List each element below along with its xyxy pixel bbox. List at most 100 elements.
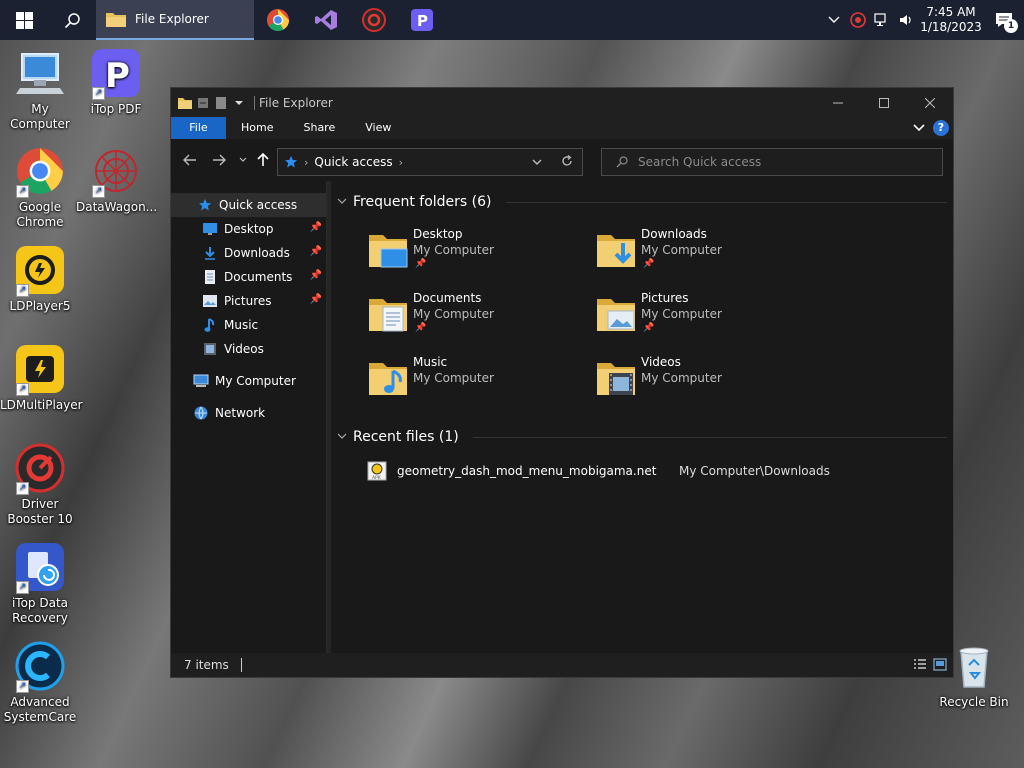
breadcrumb-chevron-icon[interactable]: › <box>399 156 403 169</box>
nav-item-label: Downloads <box>224 246 290 260</box>
refresh-button[interactable] <box>552 154 582 170</box>
nav-item-downloads[interactable]: Downloads 📌 <box>171 241 326 265</box>
taskbar-chrome[interactable] <box>254 0 302 40</box>
tab-home[interactable]: Home <box>226 117 288 139</box>
header-divider <box>505 201 947 203</box>
status-bar: 7 items <box>171 653 953 677</box>
ribbon-right-controls: ? <box>913 120 949 136</box>
nav-item-quick-access[interactable]: Quick access <box>171 193 326 217</box>
frequent-folders-header[interactable]: Frequent folders (6) <box>337 194 947 210</box>
nav-item-label: Quick access <box>219 198 298 212</box>
shortcut-arrow-icon: ↗ <box>92 185 105 198</box>
help-icon[interactable]: ? <box>933 120 949 136</box>
details-view-button[interactable] <box>913 658 927 671</box>
folder-location: My Computer <box>413 371 494 385</box>
pin-icon: 📌 <box>309 246 322 257</box>
folder-tile-videos[interactable]: Videos My Computer <box>595 355 815 415</box>
nav-item-documents[interactable]: Documents 📌 <box>171 265 326 289</box>
nav-item-label: Music <box>224 318 259 332</box>
nav-item-pictures[interactable]: Pictures 📌 <box>171 289 326 313</box>
desktop-icon-advanced-systemcare[interactable]: ↗ Advanced SystemCare <box>0 641 80 725</box>
windows-logo-icon <box>15 11 33 29</box>
shortcut-arrow-icon: ↗ <box>16 185 29 198</box>
new-folder-icon[interactable] <box>214 96 228 110</box>
shortcut-arrow-icon: ↗ <box>16 284 29 297</box>
speaker-icon <box>900 15 911 25</box>
search-box[interactable]: Search Quick access <box>601 148 943 176</box>
desktop-icon-my-computer[interactable]: My Computer <box>0 48 80 132</box>
folder-location: My Computer <box>641 371 722 385</box>
header-divider <box>472 436 947 438</box>
close-button[interactable] <box>907 88 953 117</box>
customize-toolbar-icon[interactable] <box>232 96 246 110</box>
forward-button[interactable] <box>209 150 229 170</box>
taskbar-visual-studio[interactable] <box>302 0 350 40</box>
tab-file[interactable]: File <box>171 117 226 139</box>
taskbar-driver-booster[interactable] <box>350 0 398 40</box>
desktop-icon-itop-pdf[interactable]: P ↗ iTop PDF <box>76 48 156 117</box>
address-bar-controls <box>522 149 582 175</box>
video-icon <box>202 341 218 357</box>
tab-view[interactable]: View <box>350 117 406 139</box>
shortcut-arrow-icon: ↗ <box>16 581 29 594</box>
driver-booster-icon <box>362 8 386 32</box>
clock-time: 7:45 AM <box>926 5 976 19</box>
large-icons-view-button[interactable] <box>933 658 947 671</box>
back-button[interactable] <box>180 150 200 170</box>
window-titlebar[interactable]: File Explorer <box>171 88 953 117</box>
desktop-icon-ldplayer5[interactable]: ↗ LDPlayer5 <box>0 245 80 314</box>
recent-files-header[interactable]: Recent files (1) <box>337 429 947 445</box>
breadcrumb-chevron-icon[interactable]: › <box>304 156 308 169</box>
nav-item-my-computer[interactable]: My Computer <box>171 369 326 393</box>
collapse-chevron-icon[interactable] <box>337 432 347 443</box>
tray-driver-booster[interactable] <box>846 0 870 40</box>
desktop-icon-google-chrome[interactable]: ↗ Google Chrome <box>0 146 80 230</box>
folder-tile-desktop[interactable]: Desktop My Computer 📌 <box>367 227 587 287</box>
expand-ribbon-icon[interactable] <box>913 124 925 132</box>
music-icon <box>202 317 218 333</box>
desktop-icon-driver-booster[interactable]: ↗ Driver Booster 10 <box>0 443 80 527</box>
desktop-icon-itop-data-recovery[interactable]: ↗ iTop Data Recovery <box>0 542 80 626</box>
tray-network[interactable] <box>870 0 894 40</box>
maximize-button[interactable] <box>861 88 907 117</box>
folder-tile-pictures[interactable]: Pictures My Computer 📌 <box>595 291 815 351</box>
properties-icon[interactable] <box>196 96 210 110</box>
desktop-icon-ldmultiplayer[interactable]: ↗ LDMultiPlayer <box>0 344 83 413</box>
collapse-chevron-icon[interactable] <box>337 197 347 208</box>
nav-item-desktop[interactable]: Desktop 📌 <box>171 217 326 241</box>
taskbar-clock[interactable]: 7:45 AM 1/18/2023 <box>918 5 984 35</box>
tray-volume[interactable] <box>894 0 918 40</box>
nav-item-videos[interactable]: Videos <box>171 337 326 361</box>
taskbar-file-explorer[interactable]: File Explorer <box>96 0 254 40</box>
network-icon <box>193 405 209 421</box>
folder-tile-downloads[interactable]: Downloads My Computer 📌 <box>595 227 815 287</box>
tab-share[interactable]: Share <box>288 117 350 139</box>
start-button[interactable] <box>0 0 48 40</box>
desktop-icon-datawagon[interactable]: ↗ DataWagon... <box>76 146 157 215</box>
folder-location: My Computer <box>641 307 722 321</box>
pin-icon: 📌 <box>309 270 322 281</box>
star-icon <box>197 197 213 213</box>
breadcrumb-quick-access[interactable]: Quick access <box>314 155 392 169</box>
taskbar-search-button[interactable] <box>48 0 96 40</box>
folder-tile-music[interactable]: Music My Computer <box>367 355 587 415</box>
folder-tile-documents[interactable]: Documents My Computer 📌 <box>367 291 587 351</box>
tray-overflow-button[interactable] <box>822 0 846 40</box>
address-history-dropdown[interactable] <box>522 155 552 169</box>
address-bar[interactable]: › Quick access › <box>277 148 583 176</box>
action-center-button[interactable]: 1 <box>984 0 1024 40</box>
pictures-folder-icon <box>597 299 635 331</box>
document-icon <box>202 269 218 285</box>
recent-file-row[interactable]: APK geometry_dash_mod_menu_mobigama.net … <box>367 459 927 485</box>
item-count: 7 items <box>184 658 229 672</box>
recent-files-heading: Recent files (1) <box>353 429 459 445</box>
driver-booster-tray-icon <box>850 12 866 28</box>
up-button[interactable] <box>253 150 273 170</box>
pin-icon: 📌 <box>415 323 427 333</box>
taskbar-itop-pdf[interactable]: P <box>398 0 446 40</box>
nav-item-music[interactable]: Music <box>171 313 326 337</box>
chevron-up-icon <box>828 16 840 23</box>
minimize-button[interactable] <box>815 88 861 117</box>
recent-locations-button[interactable] <box>233 150 253 170</box>
nav-item-network[interactable]: Network <box>171 401 326 425</box>
